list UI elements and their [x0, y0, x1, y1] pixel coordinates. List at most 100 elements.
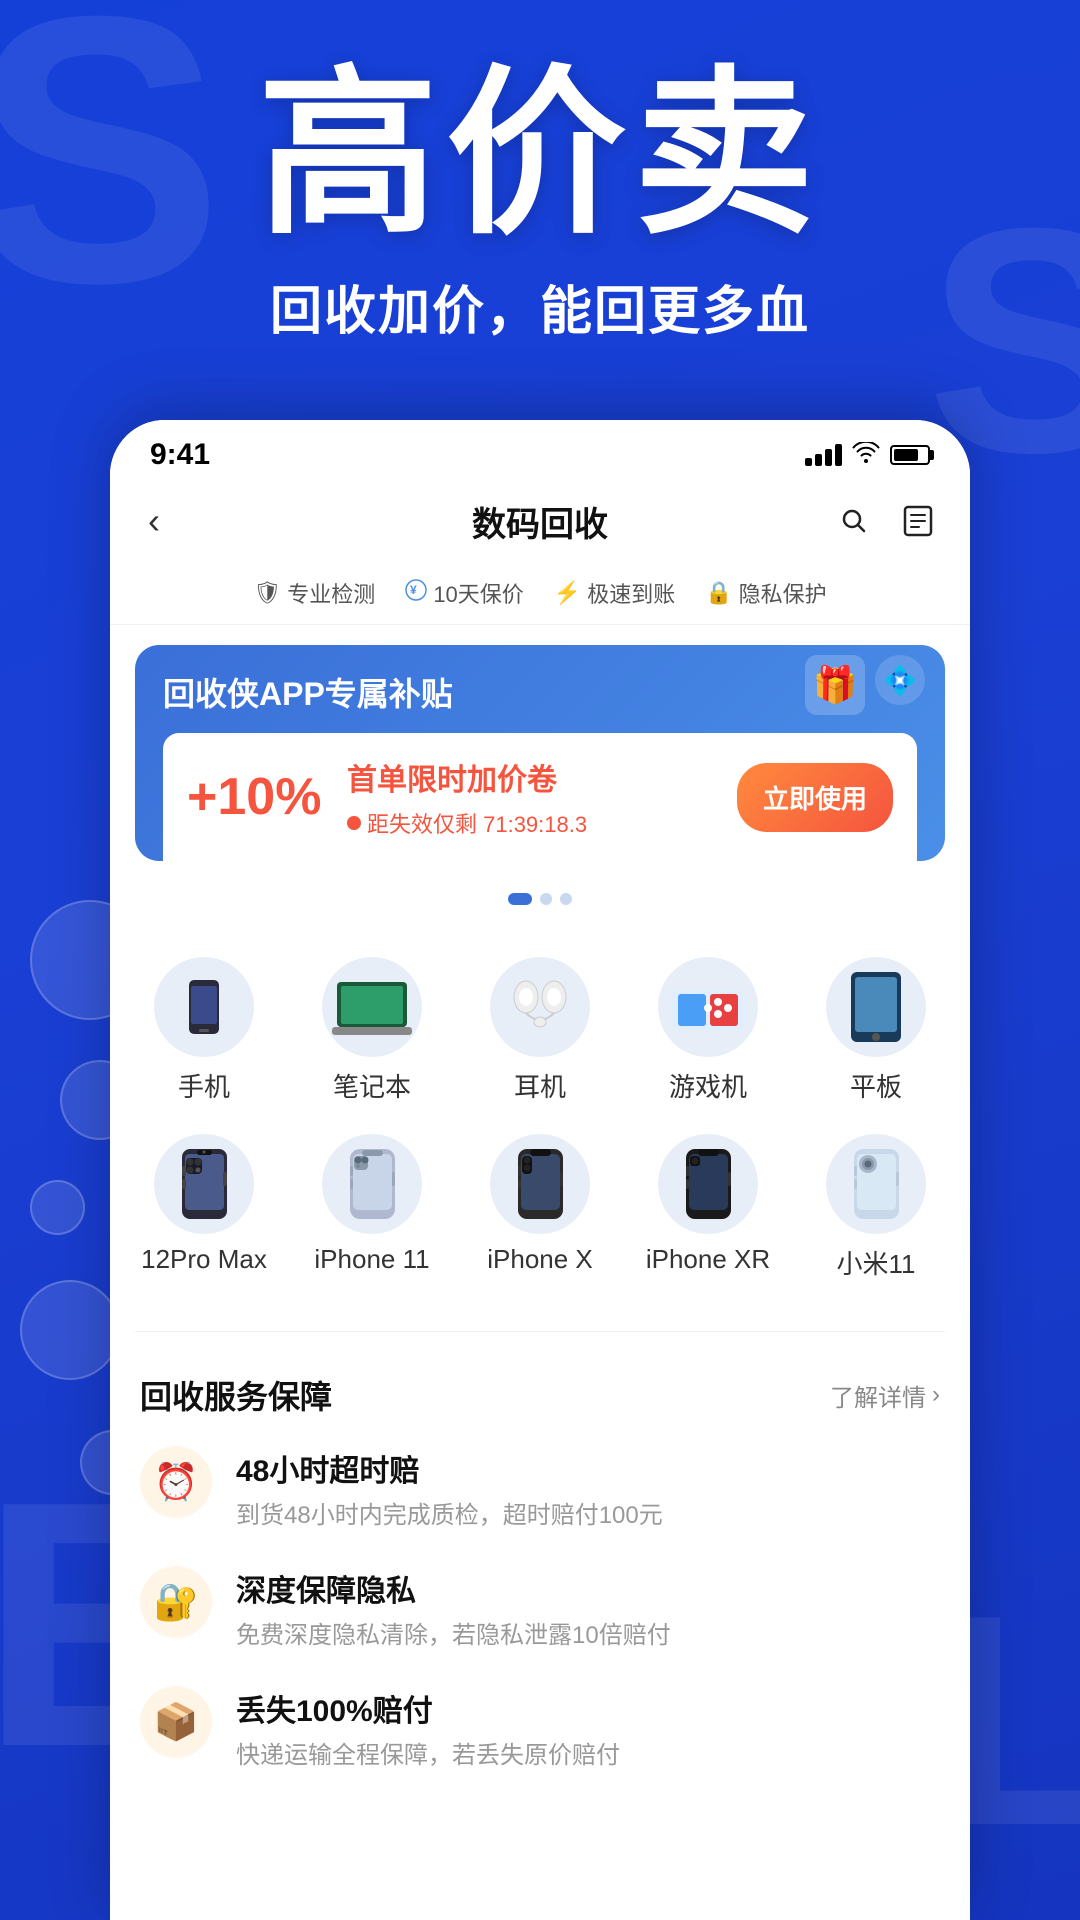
- page-title: 数码回收: [472, 497, 608, 546]
- tab-dot-2: [540, 893, 552, 905]
- badge-professional-check: 🛡 专业检测: [253, 577, 375, 609]
- 12promax-img: [154, 1134, 254, 1234]
- tablet-category-img: [826, 957, 926, 1057]
- service-section-title: 回收服务保障: [140, 1372, 332, 1418]
- category-mi11[interactable]: 小米11: [806, 1134, 946, 1281]
- tab-dot-3: [560, 893, 572, 905]
- nav-action-icons: [832, 499, 940, 543]
- service-text-0: 48小时超时赔 到货48小时内完成质检，超时赔付100元: [236, 1446, 940, 1534]
- bubble-4: [20, 1280, 120, 1380]
- countdown-dot-icon: [347, 816, 361, 830]
- use-coupon-button[interactable]: 立即使用: [737, 763, 893, 832]
- category-earphones[interactable]: 耳机: [470, 957, 610, 1104]
- chevron-right-icon: ›: [932, 1381, 940, 1409]
- service-item-0: ⏰ 48小时超时赔 到货48小时内完成质检，超时赔付100元: [140, 1446, 940, 1534]
- notes-button[interactable]: [896, 499, 940, 543]
- hero-title: 高价卖: [0, 60, 1080, 249]
- battery-fill: [894, 449, 918, 461]
- gift-icon: 🎁: [805, 655, 865, 715]
- service-icon-wrap-1: 🔐: [140, 1566, 212, 1638]
- category-section: 手机 笔记本: [110, 937, 970, 1331]
- service-title-0: 48小时超时赔: [236, 1446, 940, 1490]
- badge-label-0: 专业检测: [287, 577, 375, 609]
- signal-bar-1: [805, 458, 812, 466]
- category-earphone-label: 耳机: [514, 1067, 566, 1104]
- shield-check-icon: 🛡: [253, 580, 281, 606]
- promo-banner: 回收侠APP专属补贴 🎁 💠 +10% 首单限时加价卷 距失效仅剩 71:39:…: [135, 645, 945, 861]
- category-iphonex[interactable]: iPhone X: [470, 1134, 610, 1281]
- earphone-category-img: [490, 957, 590, 1057]
- category-row-1: 手机 笔记本: [120, 957, 960, 1104]
- phone-frame: 9:41: [110, 420, 970, 1920]
- countdown-text: 距失效仅剩 71:39:18.3: [367, 807, 587, 839]
- service-desc-1: 免费深度隐私清除，若隐私泄露10倍赔付: [236, 1618, 940, 1654]
- iphone11-img: [322, 1134, 422, 1234]
- category-iphone11[interactable]: iPhone 11: [302, 1134, 442, 1281]
- signal-bar-2: [815, 454, 822, 466]
- category-mi11-label: 小米11: [837, 1244, 916, 1281]
- service-icon-wrap-2: 📦: [140, 1686, 212, 1758]
- gaming-category-img: [658, 957, 758, 1057]
- wifi-icon: [852, 440, 880, 471]
- category-phone-label: 手机: [178, 1067, 230, 1104]
- badge-label-2: 极速到账: [587, 577, 675, 609]
- promo-banner-title: 回收侠APP专属补贴: [163, 669, 917, 715]
- service-more-label: 了解详情: [830, 1378, 926, 1413]
- section-divider: [135, 1331, 945, 1332]
- service-desc-2: 快递运输全程保障，若丢失原价赔付: [236, 1738, 940, 1774]
- mi11-img: [826, 1134, 926, 1234]
- category-iphonexr-label: iPhone XR: [646, 1244, 770, 1275]
- phone-inner: 9:41: [110, 420, 970, 1920]
- category-iphonex-label: iPhone X: [487, 1244, 593, 1275]
- category-laptop[interactable]: 笔记本: [302, 957, 442, 1104]
- category-iphonexr[interactable]: iPhone XR: [638, 1134, 778, 1281]
- iphonexr-img: [658, 1134, 758, 1234]
- service-text-2: 丢失100%赔付 快递运输全程保障，若丢失原价赔付: [236, 1686, 940, 1774]
- category-12promax[interactable]: 12Pro Max: [134, 1134, 274, 1281]
- lightning-icon: ⚡: [554, 580, 581, 606]
- bubble-3: [30, 1180, 85, 1235]
- badge-privacy: 🔒 隐私保护: [705, 577, 826, 609]
- category-row-2: 12Pro Max: [120, 1134, 960, 1281]
- service-more-link[interactable]: 了解详情 ›: [830, 1378, 940, 1413]
- back-button[interactable]: ‹: [140, 492, 168, 550]
- battery-icon: [890, 445, 930, 465]
- nav-bar: ‹ 数码回收: [110, 482, 970, 565]
- promo-text-block: 首单限时加价卷 距失效仅剩 71:39:18.3: [347, 755, 717, 839]
- service-title-2: 丢失100%赔付: [236, 1686, 940, 1730]
- category-tablet-label: 平板: [850, 1067, 902, 1104]
- status-bar: 9:41: [110, 420, 970, 482]
- promo-percent-value: +10%: [187, 767, 327, 827]
- service-title-1: 深度保障隐私: [236, 1566, 940, 1610]
- category-gaming[interactable]: 游戏机: [638, 957, 778, 1104]
- badge-label-3: 隐私保护: [739, 577, 827, 609]
- search-button[interactable]: [832, 499, 876, 543]
- tab-dot-1: [508, 893, 532, 905]
- signal-bar-4: [835, 444, 842, 466]
- service-section: 回收服务保障 了解详情 › ⏰ 48小时超时赔 到货48小时内完成质检，超时赔付…: [110, 1344, 970, 1834]
- phone-category-img: [154, 957, 254, 1057]
- service-item-2: 📦 丢失100%赔付 快递运输全程保障，若丢失原价赔付: [140, 1686, 940, 1774]
- badge-price-guarantee: ¥ 10天保价: [405, 577, 523, 609]
- badge-label-1: 10天保价: [433, 577, 523, 609]
- hero-section: 高价卖 回收加价，能回更多血: [0, 60, 1080, 344]
- lock-icon: 🔒: [705, 580, 732, 606]
- feature-badges-row: 🛡 专业检测 ¥ 10天保价 ⚡ 极速到账 🔒 隐私保护: [110, 565, 970, 625]
- promo-decorations: 🎁 💠: [805, 655, 925, 715]
- iphonex-img: [490, 1134, 590, 1234]
- svg-text:¥: ¥: [410, 583, 417, 597]
- promo-coupon-title: 首单限时加价卷: [347, 755, 717, 799]
- service-icon-wrap-0: ⏰: [140, 1446, 212, 1518]
- hero-subtitle: 回收加价，能回更多血: [0, 269, 1080, 344]
- status-icons: [805, 440, 930, 471]
- crystal-icon: 💠: [875, 655, 925, 705]
- promo-countdown: 距失效仅剩 71:39:18.3: [347, 807, 717, 839]
- promo-tabs: [135, 881, 945, 917]
- clock-icon: ⏰: [154, 1461, 199, 1503]
- signal-bar-3: [825, 449, 832, 466]
- category-tablet[interactable]: 平板: [806, 957, 946, 1104]
- category-phone[interactable]: 手机: [134, 957, 274, 1104]
- service-section-header: 回收服务保障 了解详情 ›: [140, 1372, 940, 1418]
- badge-fast-payment: ⚡ 极速到账: [554, 577, 675, 609]
- yuan-icon: ¥: [405, 579, 427, 607]
